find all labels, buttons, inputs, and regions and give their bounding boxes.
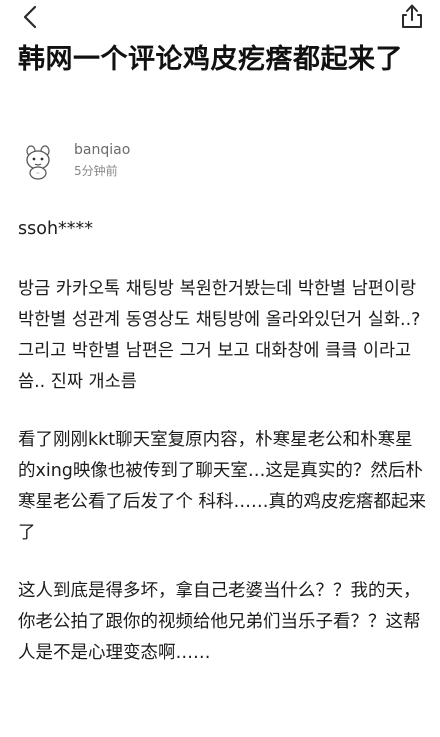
author-name[interactable]: banqiao bbox=[74, 140, 130, 160]
author-info: ~ banqiao 5分钟前 bbox=[18, 140, 418, 184]
top-nav-bar bbox=[0, 0, 440, 34]
share-icon bbox=[402, 4, 422, 28]
post-time: 5分钟前 bbox=[74, 164, 118, 178]
article-page: 韩网一个评论鸡皮疙瘩都起来了 ~ banqiao 5分钟前 ssoh**** 방… bbox=[0, 0, 440, 737]
svg-text:~: ~ bbox=[36, 171, 40, 177]
chevron-left-icon bbox=[23, 5, 37, 29]
article-title: 韩网一个评论鸡皮疙瘩都起来了 bbox=[18, 44, 403, 75]
korean-comment: 방금 카카오톡 채팅방 복원한거봤는데 박한별 남편이랑 박한별 성관계 동영상… bbox=[18, 279, 421, 392]
cartoon-avatar-icon: ~ bbox=[26, 145, 50, 180]
share-button[interactable] bbox=[398, 2, 426, 30]
back-button[interactable] bbox=[18, 4, 46, 30]
translation-paragraph: 看了刚刚kkt聊天室复原内容，朴寒星老公和朴寒星的xing映像也被传到了聊天室…… bbox=[18, 430, 427, 543]
author-avatar[interactable]: ~ bbox=[18, 140, 62, 184]
reaction-paragraph: 这人到底是得多坏，拿自己老婆当什么？？我的天，你老公拍了跟你的视频给他兄弟们当乐… bbox=[18, 581, 421, 663]
comment-username: ssoh**** bbox=[18, 219, 94, 239]
article-body: ssoh**** 방금 카카오톡 채팅방 복원한거봤는데 박한별 남편이랑 박한… bbox=[18, 214, 428, 696]
